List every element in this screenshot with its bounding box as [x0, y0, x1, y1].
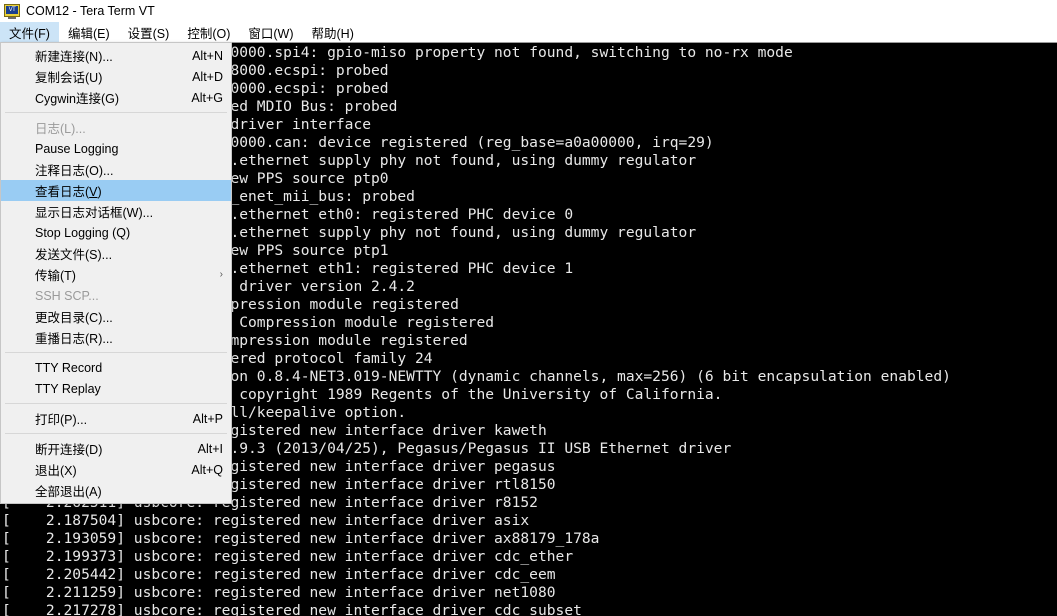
menu-item-label: TTY Replay: [35, 381, 101, 396]
menu-item-label: 查看日志(V): [35, 185, 102, 199]
menu-item-23[interactable]: 全部退出(A): [1, 480, 231, 501]
menu-item-label: 断开连接(D): [35, 443, 103, 457]
icon-screen: VT: [6, 6, 18, 14]
menu-item-19[interactable]: 打印(P)... Alt+P: [1, 408, 231, 429]
menu-item-22[interactable]: 退出(X) Alt+Q: [1, 459, 231, 480]
title-bar: VT COM12 - Tera Term VT: [0, 0, 1057, 22]
menu-item-10[interactable]: 发送文件(S)...: [1, 243, 231, 264]
menu-item-21[interactable]: 断开连接(D) Alt+I: [1, 438, 231, 459]
menu-item-0[interactable]: 新建连接(N)... Alt+N: [1, 45, 231, 66]
menu-item-label: 打印(P)...: [35, 413, 88, 427]
menu-item-16[interactable]: TTY Record: [1, 357, 231, 378]
menu-item-label: 全部退出(A): [35, 485, 102, 499]
menu-item-11[interactable]: 传输(T) ›: [1, 264, 231, 285]
menu-item-accelerator: Alt+N: [192, 48, 223, 63]
menu-separator: [5, 352, 227, 353]
menu-item-2[interactable]: Cygwin连接(G) Alt+G: [1, 87, 231, 108]
menubar-item-1[interactable]: 编辑(E): [59, 22, 119, 42]
menu-separator: [5, 112, 227, 113]
terminal-line: [ 2.217278] usbcore: registered new inte…: [2, 602, 582, 616]
menubar-item-3[interactable]: 控制(O): [178, 22, 239, 42]
menu-item-12: SSH SCP...: [1, 285, 231, 306]
menubar-item-4[interactable]: 窗口(W): [239, 22, 302, 42]
menu-item-label: 发送文件(S)...: [35, 248, 113, 262]
menu-item-14[interactable]: 重播日志(R)...: [1, 327, 231, 348]
menu-item-label: 注释日志(O)...: [35, 164, 114, 178]
menu-bar: 文件(F) 编辑(E) 设置(S) 控制(O) 窗口(W) 帮助(H): [0, 22, 1057, 42]
terminal-line: [ 2.199373] usbcore: registered new inte…: [2, 548, 574, 565]
menu-item-label: Pause Logging: [35, 141, 119, 156]
terminal-vt-icon: VT: [4, 3, 20, 19]
menu-item-label: SSH SCP...: [35, 288, 99, 303]
file-dropdown-menu[interactable]: 新建连接(N)... Alt+N 复制会话(U) Alt+D Cygwin连接(G) Al…: [0, 42, 232, 504]
icon-base: [8, 17, 16, 19]
menu-item-17[interactable]: TTY Replay: [1, 378, 231, 399]
terminal-line: [ 2.211259] usbcore: registered new inte…: [2, 584, 556, 601]
menu-item-label: 复制会话(U): [35, 71, 103, 85]
menubar-item-2[interactable]: 设置(S): [119, 22, 179, 42]
menu-item-label: 显示日志对话框(W)...: [35, 206, 154, 220]
terminal-line: [ 2.187504] usbcore: registered new inte…: [2, 512, 530, 529]
menu-item-5[interactable]: Pause Logging: [1, 138, 231, 159]
menu-item-6[interactable]: 注释日志(O)...: [1, 159, 231, 180]
menu-separator: [5, 403, 227, 404]
menu-item-accelerator: Alt+D: [192, 69, 223, 84]
menubar-item-5[interactable]: 帮助(H): [303, 22, 363, 42]
menu-item-13[interactable]: 更改目录(C)...: [1, 306, 231, 327]
mnemonic-letter: V: [89, 185, 98, 199]
menu-item-label: 新建连接(N)...: [35, 50, 113, 64]
menu-item-label: 退出(X): [35, 464, 77, 478]
terminal-line: [ 2.193059] usbcore: registered new inte…: [2, 530, 600, 547]
window-title: COM12 - Tera Term VT: [26, 4, 155, 18]
menu-item-4: 日志(L)...: [1, 117, 231, 138]
menu-item-accelerator: Alt+G: [191, 90, 223, 105]
menu-item-label: Stop Logging (Q): [35, 225, 131, 240]
menu-item-label: 传输(T): [35, 269, 76, 283]
menu-item-accelerator: Alt+Q: [191, 462, 223, 477]
menubar-item-0[interactable]: 文件(F): [0, 22, 59, 42]
menu-separator: [5, 433, 227, 434]
menu-item-label: 重播日志(R)...: [35, 332, 113, 346]
menu-item-accelerator: Alt+I: [197, 441, 223, 456]
chevron-right-icon: ›: [219, 268, 223, 280]
menu-item-accelerator: Alt+P: [192, 411, 223, 426]
menu-item-label: 日志(L)...: [35, 122, 86, 136]
terminal-line: [ 2.205442] usbcore: registered new inte…: [2, 566, 556, 583]
menu-item-8[interactable]: 显示日志对话框(W)...: [1, 201, 231, 222]
menu-item-label: 更改目录(C)...: [35, 311, 113, 325]
menu-item-7[interactable]: 查看日志(V): [1, 180, 231, 201]
menu-item-1[interactable]: 复制会话(U) Alt+D: [1, 66, 231, 87]
menu-item-label: TTY Record: [35, 360, 103, 375]
menu-item-9[interactable]: Stop Logging (Q): [1, 222, 231, 243]
menu-item-label: Cygwin连接(G): [35, 92, 120, 106]
